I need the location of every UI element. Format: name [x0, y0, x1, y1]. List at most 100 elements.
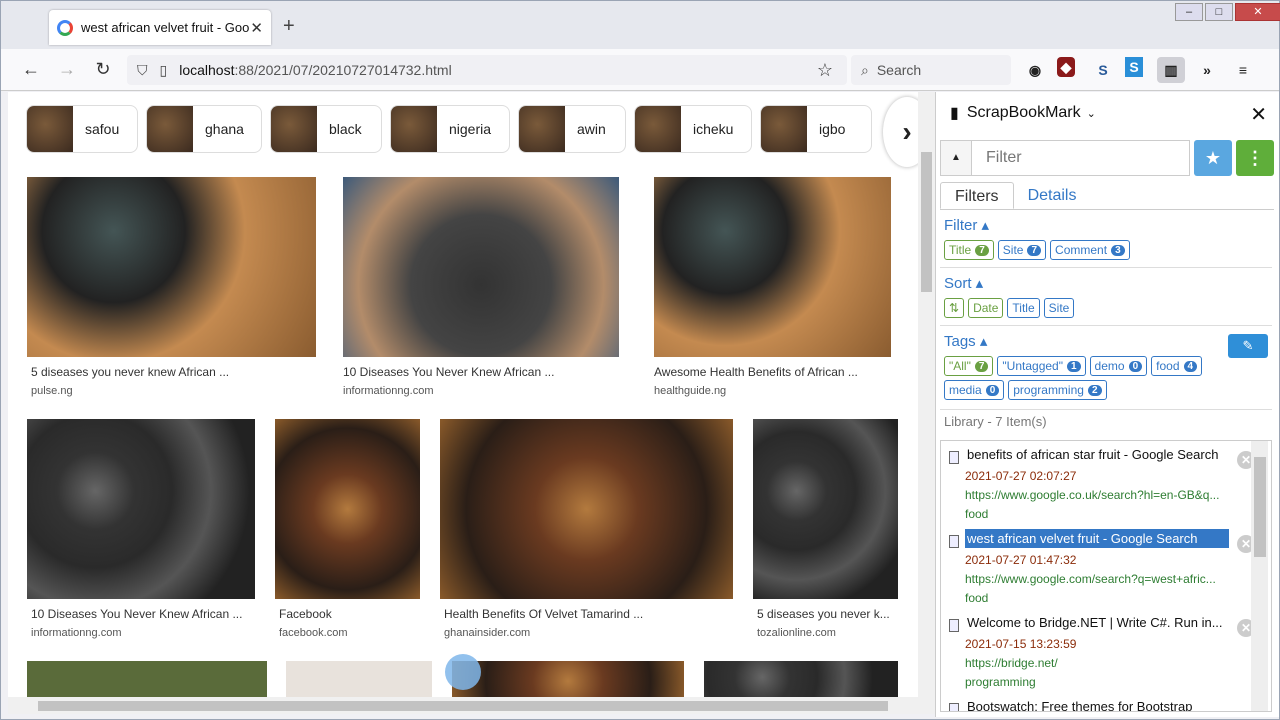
filter-tag-title[interactable]: Title 7	[944, 240, 994, 260]
forward-icon[interactable]: →	[49, 59, 85, 80]
filter-input[interactable]: Filter	[972, 140, 1190, 176]
sidebar-title[interactable]: ScrapBookMark	[967, 104, 1081, 122]
page-horizontal-scrollbar[interactable]	[8, 697, 935, 714]
chip-igbo[interactable]: igbo	[760, 105, 872, 153]
scrapbook-floating-icon[interactable]	[445, 654, 481, 690]
item-title[interactable]: Bootswatch: Free themes for Bootstrap	[965, 697, 1229, 711]
library-scrollbar[interactable]	[1251, 441, 1268, 711]
sidebar-close-icon[interactable]: ✕	[1250, 102, 1267, 127]
new-tab-button[interactable]: +	[283, 15, 295, 38]
hamburger-menu-icon[interactable]: ≡	[1229, 57, 1257, 83]
chip-label: black	[329, 121, 362, 137]
list-item[interactable]: benefits of african star fruit - Google …	[941, 441, 1271, 525]
address-bar[interactable]: ⛉ ▯ localhost:88/2021/07/20210727014732.…	[127, 55, 847, 85]
search-box[interactable]: ⌕ Search	[851, 55, 1011, 85]
scrollbar-thumb[interactable]	[38, 701, 888, 711]
sort-tag-date[interactable]: Date	[968, 298, 1004, 318]
result-card[interactable]: Awesome Health Benefits of African ... h…	[654, 177, 891, 397]
item-title[interactable]: benefits of african star fruit - Google …	[965, 445, 1229, 464]
tag-media[interactable]: media 0	[944, 380, 1005, 400]
tag-programming[interactable]: programming 2	[1008, 380, 1107, 400]
tab-close-icon[interactable]: ✕	[250, 19, 263, 37]
extension-s-blue-icon[interactable]: S	[1125, 57, 1143, 77]
result-image[interactable]	[286, 661, 432, 697]
sort-tag-site[interactable]: Site	[1043, 298, 1075, 318]
result-caption[interactable]: Awesome Health Benefits of African ...	[654, 365, 891, 379]
item-title[interactable]: west african velvet fruit - Google Searc…	[965, 529, 1229, 548]
result-image[interactable]	[452, 661, 684, 697]
reload-icon[interactable]: ↻	[85, 59, 121, 80]
chevron-down-icon[interactable]: ⌄	[1087, 107, 1096, 120]
page-vertical-scrollbar[interactable]	[918, 92, 935, 697]
result-image[interactable]	[753, 419, 898, 599]
item-url[interactable]: https://bridge.net/	[965, 656, 1245, 670]
item-url[interactable]: https://www.google.co.uk/search?hl=en-GB…	[965, 488, 1245, 502]
minimize-icon[interactable]: –	[1175, 3, 1203, 21]
extension-eye-icon[interactable]: ◉	[1021, 57, 1049, 83]
chip-nigeria[interactable]: nigeria	[390, 105, 510, 153]
overflow-menu-icon[interactable]: »	[1193, 57, 1221, 83]
sort-tag-title[interactable]: Title	[1007, 298, 1040, 318]
result-card[interactable]: 5 diseases you never k... tozalionline.c…	[753, 419, 898, 639]
ublock-icon[interactable]: ◆	[1057, 57, 1075, 77]
scrollbar-thumb[interactable]	[1254, 457, 1266, 557]
filter-tag-site[interactable]: Site 7	[997, 240, 1047, 260]
tag-untagged[interactable]: "Untagged" 1	[997, 356, 1086, 376]
result-image[interactable]	[704, 661, 898, 697]
sort-order-icon[interactable]: ⇅	[944, 298, 965, 318]
maximize-icon[interactable]: □	[1205, 3, 1233, 21]
tab-filters[interactable]: Filters	[940, 182, 1014, 209]
list-item[interactable]: Bootswatch: Free themes for Bootstrap	[941, 693, 1271, 711]
back-icon[interactable]: ←	[13, 59, 49, 80]
result-card[interactable]: 10 Diseases You Never Knew African ... i…	[343, 177, 619, 397]
result-card[interactable]: 5 diseases you never knew African ... pu…	[27, 177, 316, 397]
filter-tags: Title 7 Site 7 Comment 3	[940, 240, 1272, 264]
filter-tag-comment[interactable]: Comment 3	[1050, 240, 1130, 260]
chip-ghana[interactable]: ghana	[146, 105, 262, 153]
result-card[interactable]: 10 Diseases You Never Knew African ... i…	[27, 419, 255, 639]
bookmark-star-icon[interactable]: ☆	[817, 60, 833, 81]
tag-food[interactable]: food 4	[1151, 356, 1203, 376]
scrollbar-thumb[interactable]	[921, 152, 932, 292]
chips-next-button[interactable]: ›	[883, 97, 918, 167]
result-caption[interactable]: 10 Diseases You Never Knew African ...	[343, 365, 619, 379]
result-caption[interactable]: Facebook	[275, 607, 420, 621]
tag-demo[interactable]: demo 0	[1089, 356, 1148, 376]
result-caption[interactable]: 5 diseases you never k...	[753, 607, 898, 621]
tag-all[interactable]: "All" 7	[944, 356, 994, 376]
result-caption[interactable]: 10 Diseases You Never Knew African ...	[27, 607, 255, 621]
bookmark-star-button[interactable]: ★	[1194, 140, 1232, 176]
result-card[interactable]: Facebook facebook.com	[275, 419, 420, 639]
result-caption[interactable]: 5 diseases you never knew African ...	[27, 365, 316, 379]
tag-label: demo	[1094, 359, 1125, 373]
window-close-icon[interactable]: ✕	[1235, 3, 1280, 21]
list-item[interactable]: Welcome to Bridge.NET | Write C#. Run in…	[941, 609, 1271, 693]
filter-heading[interactable]: Filter ▴	[940, 216, 1272, 234]
sort-heading[interactable]: Sort ▴	[940, 274, 1272, 292]
item-url[interactable]: https://www.google.com/search?q=west+afr…	[965, 572, 1245, 586]
result-image[interactable]	[654, 177, 891, 357]
sidebar-toggle-icon[interactable]: ▥	[1157, 57, 1185, 83]
chip-thumbnail	[27, 106, 73, 152]
tags-heading[interactable]: Tags ▴	[940, 332, 1272, 350]
result-image[interactable]	[343, 177, 619, 357]
extension-s-icon[interactable]: S	[1089, 57, 1117, 83]
edit-tags-button[interactable]: ✎	[1228, 334, 1268, 358]
result-image[interactable]	[440, 419, 733, 599]
item-title[interactable]: Welcome to Bridge.NET | Write C#. Run in…	[965, 613, 1229, 632]
more-options-button[interactable]: ⋮	[1236, 140, 1274, 176]
chip-black[interactable]: black	[270, 105, 382, 153]
chip-icheku[interactable]: icheku	[634, 105, 752, 153]
browser-tab[interactable]: west african velvet fruit - Googl ✕	[49, 10, 271, 45]
collapse-up-icon[interactable]: ▲	[940, 140, 972, 176]
result-image[interactable]	[275, 419, 420, 599]
result-caption[interactable]: Health Benefits Of Velvet Tamarind ...	[440, 607, 733, 621]
result-image[interactable]	[27, 177, 316, 357]
chip-awin[interactable]: awin	[518, 105, 626, 153]
tab-details[interactable]: Details	[1014, 182, 1091, 209]
result-image[interactable]	[27, 661, 267, 697]
result-card[interactable]: Health Benefits Of Velvet Tamarind ... g…	[440, 419, 733, 639]
list-item[interactable]: west african velvet fruit - Google Searc…	[941, 525, 1271, 609]
chip-safou[interactable]: safou	[26, 105, 138, 153]
result-image[interactable]	[27, 419, 255, 599]
